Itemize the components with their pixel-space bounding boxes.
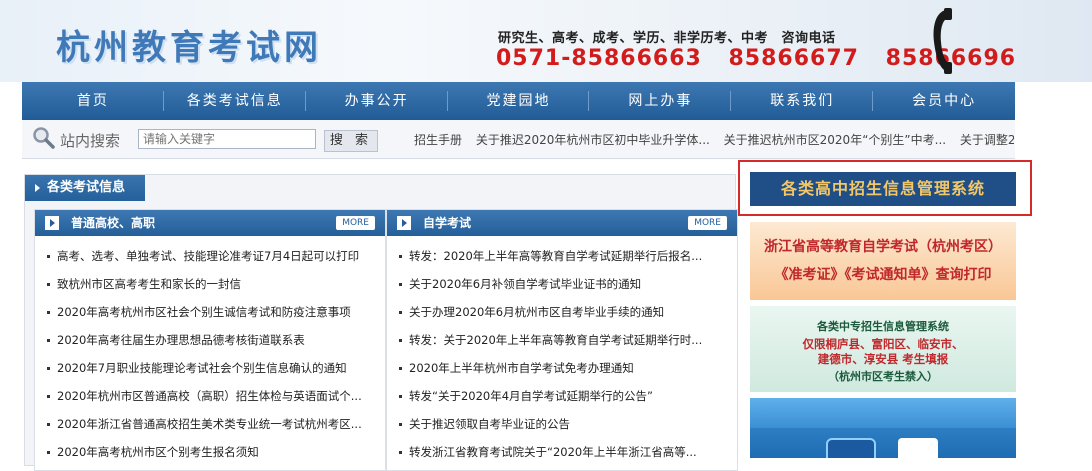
phone-number: 0571-85866663 — [496, 46, 702, 71]
banner-text: （杭州市区考生禁入） — [828, 370, 938, 383]
banner-text: 仅限桐庐县、富阳区、临安市、 — [802, 337, 964, 351]
hotline-label: 研究生、高考、成考、学历、非学历考、中考 咨询电话 — [498, 31, 836, 46]
column-header: 自学考试 MORE — [387, 210, 737, 236]
list-item[interactable]: 2020年高考杭州市区个别考生报名须知 — [35, 438, 385, 466]
ticker-item[interactable]: 关于推迟杭州市区2020年“个别生”中考... — [724, 133, 946, 147]
list-item[interactable]: 转发浙江省教育考试院关于“2020年上半年浙江省高等... — [387, 438, 737, 466]
list-item[interactable]: 关于推迟领取自考毕业证的公告 — [387, 410, 737, 438]
list-item[interactable]: 转发：2020年上半年高等教育自学考试延期举行后报名... — [387, 242, 737, 270]
more-button[interactable]: MORE — [336, 216, 375, 230]
app-icon — [826, 438, 876, 458]
self-study-ticket-banner[interactable]: 浙江省高等教育自学考试（杭州考区） 《准考证》《考试通知单》查询打印 — [750, 222, 1016, 300]
list-item[interactable]: 转发：关于2020年上半年高等教育自学考试延期举行时... — [387, 326, 737, 354]
search-button[interactable]: 搜 索 — [324, 130, 378, 152]
secondary-school-admission-banner[interactable]: 各类中专招生信息管理系统 仅限桐庐县、富阳区、临安市、 建德市、淳安县 考生填报… — [750, 306, 1016, 392]
list-item[interactable]: 2020年杭州市区普通高校（高职）招生体检与英语面试个... — [35, 382, 385, 410]
list-item[interactable]: 关于2020年6月补领自学考试毕业证书的通知 — [387, 270, 737, 298]
play-arrow-icon — [397, 216, 411, 230]
column-header: 普通高校、高职 MORE — [35, 210, 385, 236]
online-services-banner[interactable] — [750, 398, 1016, 458]
list-item[interactable]: 2020年浙江省普通高校招生美术类专业统一考试杭州考区... — [35, 410, 385, 438]
search-bar: 站内搜索 搜 索 招生手册 关于推迟2020年杭州市区初中毕业升学体... 关于… — [22, 120, 1015, 159]
list-item[interactable]: 2020年高考往届生办理思想品德考核街道联系表 — [35, 326, 385, 354]
list-item[interactable]: 2020年7月职业技能理论考试社会个别生信息确认的通知 — [35, 354, 385, 382]
play-arrow-icon — [45, 216, 59, 230]
banner-stripe — [750, 398, 1016, 428]
main-nav: 首页 各类考试信息 办事公开 党建园地 网上办事 联系我们 会员中心 — [22, 82, 1015, 120]
ticker-item[interactable]: 关于调整20 — [960, 133, 1014, 147]
column-title[interactable]: 普通高校、高职 — [71, 210, 155, 236]
banner-text: 浙江省高等教育自学考试（杭州考区） — [764, 239, 1002, 255]
list-item[interactable]: 2020年上半年杭州市自学考试免考办理通知 — [387, 354, 737, 382]
banner-text: 建德市、淳安县 考生填报 — [817, 352, 949, 366]
nav-online-services[interactable]: 网上办事 — [589, 82, 732, 120]
site-logo[interactable]: 杭州教育考试网 — [56, 20, 322, 69]
nav-exam-info[interactable]: 各类考试信息 — [164, 82, 306, 120]
list-item[interactable]: 高考、选考、单独考试、技能理论准考证7月4日起可以打印 — [35, 242, 385, 270]
list-item[interactable]: 关于办理2020年6月杭州市区自考毕业手续的通知 — [387, 298, 737, 326]
column-title[interactable]: 自学考试 — [423, 210, 471, 236]
highschool-admission-label: 各类高中招生信息管理系统 — [750, 172, 1016, 206]
search-input[interactable] — [138, 129, 316, 149]
nav-home[interactable]: 首页 — [22, 82, 164, 120]
nav-public-affairs[interactable]: 办事公开 — [306, 82, 448, 120]
list-item[interactable]: 转发“关于2020年4月自学考试延期举行的公告” — [387, 382, 737, 410]
nav-party-building[interactable]: 党建园地 — [448, 82, 590, 120]
list-item[interactable]: 致杭州市区高考考生和家长的一封信 — [35, 270, 385, 298]
ticker-item[interactable]: 招生手册 — [414, 133, 462, 147]
telephone-handset-icon — [933, 8, 952, 74]
nav-member-center[interactable]: 会员中心 — [873, 82, 1015, 120]
banner-text: 《准考证》《考试通知单》查询打印 — [774, 267, 992, 283]
news-list: 高考、选考、单独考试、技能理论准考证7月4日起可以打印 致杭州市区高考考生和家长… — [35, 236, 385, 466]
news-list: 转发：2020年上半年高等教育自学考试延期举行后报名... 关于2020年6月补… — [387, 236, 737, 466]
exam-info-panel: 各类考试信息 普通高校、高职 MORE 高考、选考、单独考试、技能理论准考证7月… — [24, 174, 738, 471]
self-study-exam-column: 自学考试 MORE 转发：2020年上半年高等教育自学考试延期举行后报名... … — [386, 209, 738, 471]
college-exam-column: 普通高校、高职 MORE 高考、选考、单独考试、技能理论准考证7月4日起可以打印… — [34, 209, 386, 471]
site-header: 杭州教育考试网 研究生、高考、成考、学历、非学历考、中考 咨询电话 0571-8… — [0, 0, 1092, 82]
more-button[interactable]: MORE — [688, 216, 727, 230]
search-icon — [33, 127, 55, 149]
highschool-admission-link[interactable]: 各类高中招生信息管理系统 — [738, 160, 1032, 216]
banner-text: 各类中专招生信息管理系统 — [817, 320, 949, 333]
search-label: 站内搜索 — [60, 132, 121, 150]
exam-info-tab[interactable]: 各类考试信息 — [25, 175, 146, 201]
list-item[interactable]: 2020年高考杭州市区社会个别生诚信考试和防疫注意事项 — [35, 298, 385, 326]
news-ticker: 招生手册 关于推迟2020年杭州市区初中毕业升学体... 关于推迟杭州市区202… — [414, 131, 1014, 148]
phone-number: 85866677 — [728, 46, 859, 71]
nav-contact[interactable]: 联系我们 — [731, 82, 874, 120]
calculator-icon — [898, 438, 938, 458]
ticker-item[interactable]: 关于推迟2020年杭州市区初中毕业升学体... — [476, 133, 710, 147]
